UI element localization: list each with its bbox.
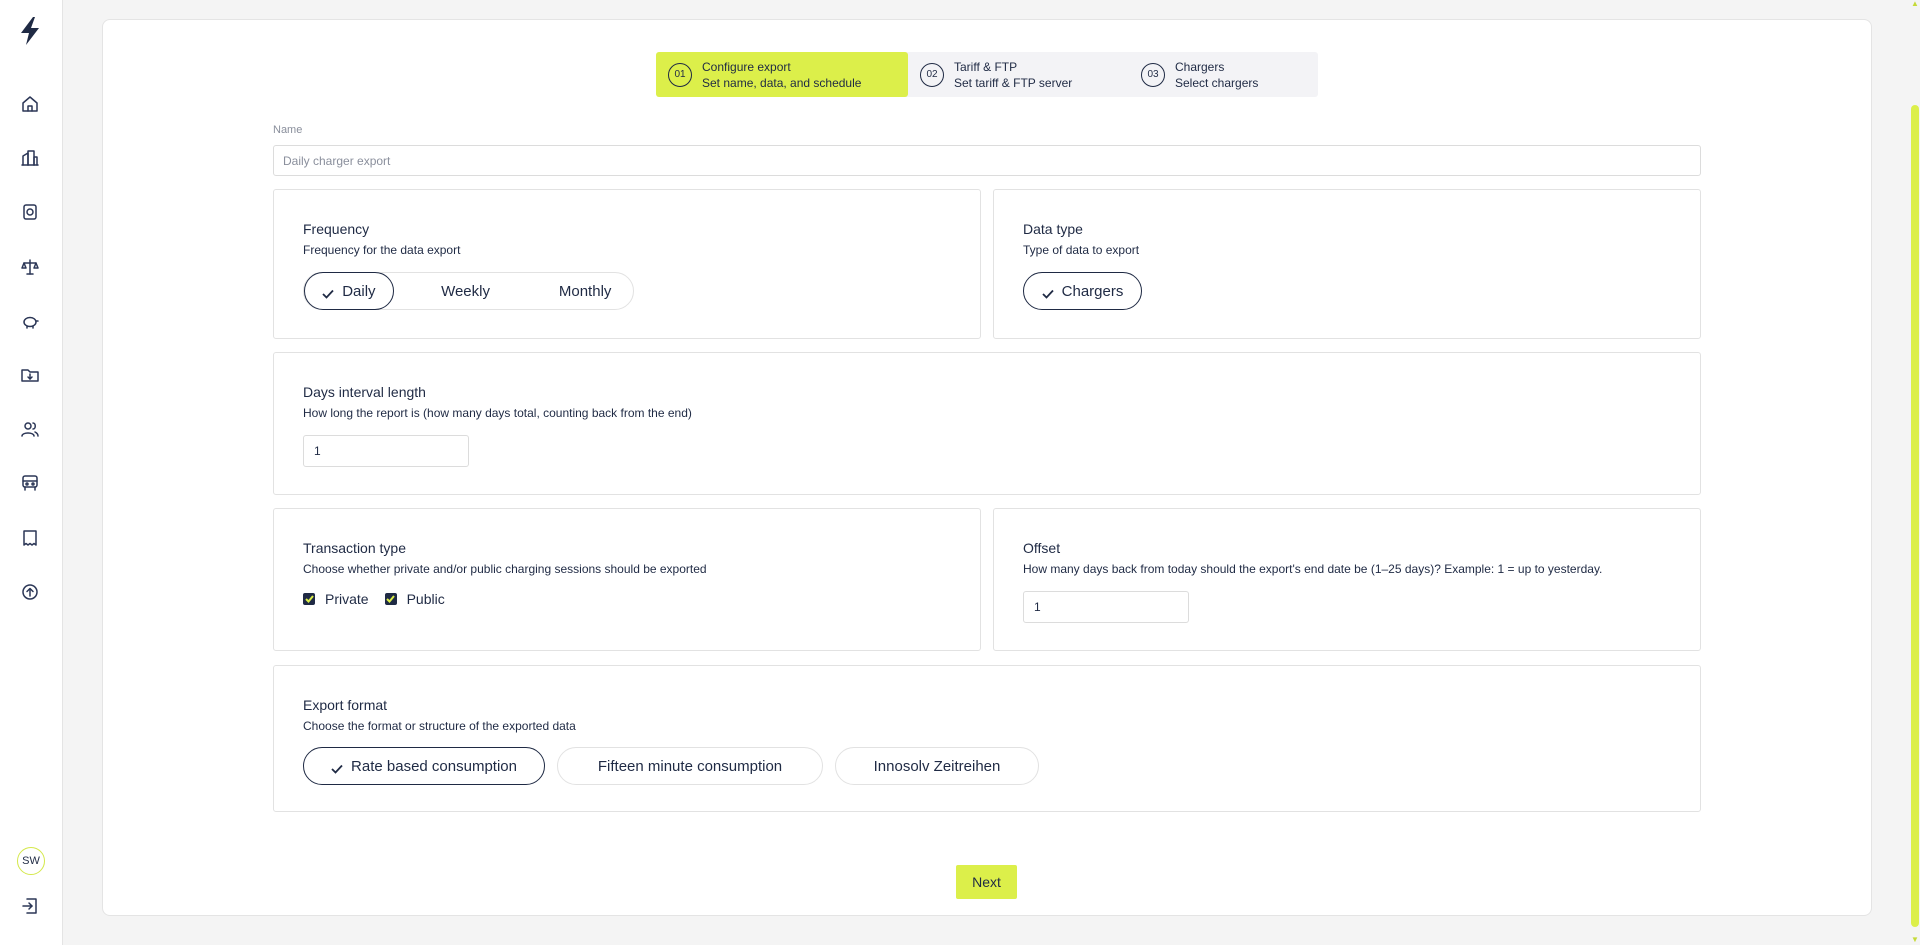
step-tariff-ftp[interactable]: 02 Tariff & FTP Set tariff & FTP server <box>908 52 1129 97</box>
export-format-option-rate-based[interactable]: Rate based consumption <box>303 747 545 785</box>
data-type-option-chargers[interactable]: Chargers <box>1023 272 1142 310</box>
data-type-title: Data type <box>1023 221 1083 237</box>
step-number: 01 <box>668 62 692 87</box>
home-icon[interactable] <box>19 93 41 115</box>
check-icon <box>322 286 334 299</box>
vehicle-icon[interactable] <box>19 472 41 494</box>
days-interval-input[interactable] <box>303 435 469 467</box>
frequency-panel: Frequency Frequency for the data export … <box>273 189 981 339</box>
private-checkbox[interactable] <box>303 593 315 605</box>
offset-title: Offset <box>1023 540 1061 556</box>
next-button[interactable]: Next <box>956 865 1017 899</box>
private-checkbox-item[interactable]: Private <box>303 591 369 607</box>
frequency-option-daily[interactable]: Daily <box>304 272 394 310</box>
offset-description: How many days back from today should the… <box>1023 562 1603 576</box>
folder-download-icon[interactable] <box>19 364 41 386</box>
logout-icon[interactable] <box>19 895 41 917</box>
transaction-type-checkboxes: Private Public <box>303 591 461 607</box>
avatar[interactable]: SW <box>17 847 45 875</box>
avatar-initials: SW <box>22 855 40 867</box>
private-checkbox-label: Private <box>325 591 369 607</box>
buildings-icon[interactable] <box>19 147 41 169</box>
step-subtitle: Set tariff & FTP server <box>954 75 1073 90</box>
export-format-option-fifteen-minute[interactable]: Fifteen minute consumption <box>557 747 823 785</box>
check-icon <box>331 761 343 774</box>
stepper: 01 Configure export Set name, data, and … <box>656 52 1318 97</box>
frequency-title: Frequency <box>303 221 370 237</box>
frequency-option-label: Weekly <box>441 282 490 300</box>
days-interval-description: How long the report is (how many days to… <box>303 406 692 420</box>
scroll-up-arrow-icon[interactable]: ▲ <box>1911 0 1919 8</box>
charger-icon[interactable] <box>19 201 41 223</box>
data-type-description: Type of data to export <box>1023 243 1140 257</box>
step-title: Configure export <box>702 59 791 74</box>
frequency-segmented-control: Daily Weekly Monthly <box>303 272 634 310</box>
export-format-option-innosolv[interactable]: Innosolv Zeitreihen <box>835 747 1039 785</box>
frequency-option-monthly[interactable]: Monthly <box>537 272 633 310</box>
export-format-option-label: Fifteen minute consumption <box>597 757 783 775</box>
users-icon[interactable] <box>19 418 41 440</box>
upload-icon[interactable] <box>19 581 41 603</box>
export-format-panel: Export format Choose the format or struc… <box>273 665 1701 812</box>
scroll-down-arrow-icon[interactable]: ▼ <box>1911 936 1919 944</box>
step-title: Chargers <box>1175 59 1225 74</box>
transaction-type-title: Transaction type <box>303 540 406 556</box>
public-checkbox-label: Public <box>406 591 445 607</box>
export-format-title: Export format <box>303 697 388 713</box>
step-subtitle: Select chargers <box>1175 75 1259 90</box>
data-type-panel: Data type Type of data to export Charger… <box>993 189 1701 339</box>
data-type-option-label: Chargers <box>1061 282 1124 300</box>
days-interval-panel: Days interval length How long the report… <box>273 352 1701 495</box>
step-title: Tariff & FTP <box>954 59 1018 74</box>
piggy-bank-icon[interactable] <box>19 310 41 332</box>
step-number: 03 <box>1141 62 1165 87</box>
frequency-option-label: Monthly <box>558 282 612 300</box>
scrollbar-thumb[interactable] <box>1911 105 1919 927</box>
step-chargers[interactable]: 03 Chargers Select chargers <box>1129 52 1318 97</box>
export-format-option-label: Rate based consumption <box>351 757 517 775</box>
name-label: Name <box>273 124 303 136</box>
export-format-option-label: Innosolv Zeitreihen <box>873 757 1001 775</box>
frequency-option-label: Daily <box>342 282 376 300</box>
transaction-type-panel: Transaction type Choose whether private … <box>273 508 981 651</box>
frequency-option-weekly[interactable]: Weekly <box>394 272 538 310</box>
step-number: 02 <box>920 62 944 87</box>
scales-icon[interactable] <box>19 256 41 278</box>
check-icon <box>1042 286 1054 299</box>
public-checkbox-item[interactable]: Public <box>384 591 445 607</box>
step-configure-export[interactable]: 01 Configure export Set name, data, and … <box>656 52 908 97</box>
export-format-description: Choose the format or structure of the ex… <box>303 719 576 733</box>
sidebar: SW <box>0 0 63 945</box>
offset-panel: Offset How many days back from today sho… <box>993 508 1701 651</box>
bolt-logo-icon[interactable] <box>17 16 43 46</box>
public-checkbox[interactable] <box>384 593 397 605</box>
frequency-description: Frequency for the data export <box>303 243 461 257</box>
name-input[interactable] <box>273 145 1701 176</box>
step-subtitle: Set name, data, and schedule <box>702 75 862 90</box>
days-interval-title: Days interval length <box>303 384 426 400</box>
offset-input[interactable] <box>1023 591 1189 623</box>
receipt-icon[interactable] <box>19 527 41 549</box>
transaction-type-description: Choose whether private and/or public cha… <box>303 562 707 576</box>
